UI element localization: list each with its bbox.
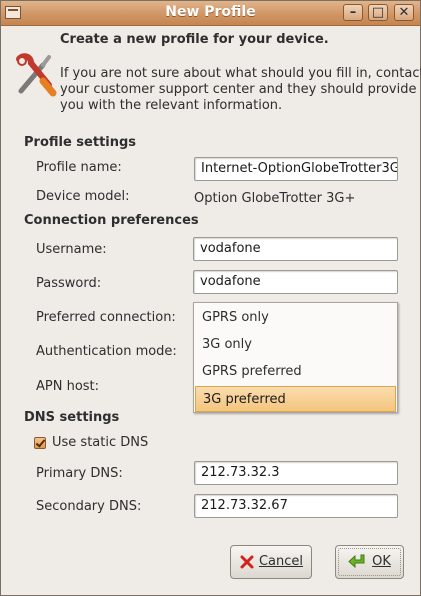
info-text-line1: If you are not sure about what should yo… — [60, 66, 421, 81]
dialog-heading: Create a new profile for your device. — [60, 32, 329, 47]
tools-icon — [16, 53, 57, 97]
cancel-button[interactable]: Cancel — [230, 545, 312, 579]
device-model-value: Option GlobeTrotter 3G+ — [194, 191, 356, 206]
option-3g-only[interactable]: 3G only — [195, 332, 396, 358]
password-label: Password: — [36, 276, 102, 291]
maximize-button[interactable]: □ — [368, 4, 388, 21]
title-bar[interactable]: New Profile – □ ✕ — [1, 1, 420, 26]
preferred-connection-dropdown[interactable]: GPRS only 3G only GPRS preferred 3G pref… — [193, 302, 398, 413]
primary-dns-label: Primary DNS: — [36, 466, 123, 481]
cancel-icon — [240, 555, 254, 569]
option-3g-preferred[interactable]: 3G preferred — [195, 386, 396, 412]
apn-host-label: APN host: — [36, 379, 100, 394]
info-text-line3: you with the relevant information. — [60, 98, 283, 113]
secondary-dns-label: Secondary DNS: — [36, 499, 142, 514]
primary-dns-field[interactable]: 212.73.32.3 — [194, 461, 398, 485]
maximize-icon: □ — [371, 5, 385, 20]
static-dns-checkbox[interactable] — [34, 437, 46, 449]
profile-name-field[interactable]: Internet-OptionGlobeTrotter3G+ — [194, 157, 398, 181]
profile-settings-title: Profile settings — [24, 135, 137, 150]
option-gprs-only[interactable]: GPRS only — [195, 305, 396, 331]
minimize-button[interactable]: – — [343, 4, 363, 21]
static-dns-label[interactable]: Use static DNS — [52, 435, 148, 450]
cancel-label: Cancel — [258, 554, 304, 569]
ok-label: OK — [372, 554, 391, 569]
option-gprs-preferred[interactable]: GPRS preferred — [195, 359, 396, 385]
close-button[interactable]: ✕ — [394, 4, 414, 21]
preferred-connection-label: Preferred connection: — [36, 310, 176, 325]
new-profile-dialog: New Profile – □ ✕ Create a new profile f… — [0, 0, 421, 596]
secondary-dns-field[interactable]: 212.73.32.67 — [194, 494, 398, 518]
dns-settings-title: DNS settings — [24, 410, 120, 425]
minimize-icon: – — [349, 5, 357, 20]
username-field[interactable]: vodafone — [193, 237, 398, 261]
authentication-mode-label: Authentication mode: — [36, 344, 177, 359]
password-field[interactable]: vodafone — [193, 270, 398, 294]
profile-name-label: Profile name: — [36, 160, 122, 175]
ok-button[interactable]: OK — [335, 545, 404, 579]
ok-arrow-icon — [348, 554, 365, 569]
username-label: Username: — [36, 242, 107, 257]
info-text-line2: your customer support center and they sh… — [60, 82, 417, 97]
device-model-label: Device model: — [36, 189, 130, 204]
connection-preferences-title: Connection preferences — [24, 213, 199, 228]
close-icon: ✕ — [398, 5, 410, 20]
